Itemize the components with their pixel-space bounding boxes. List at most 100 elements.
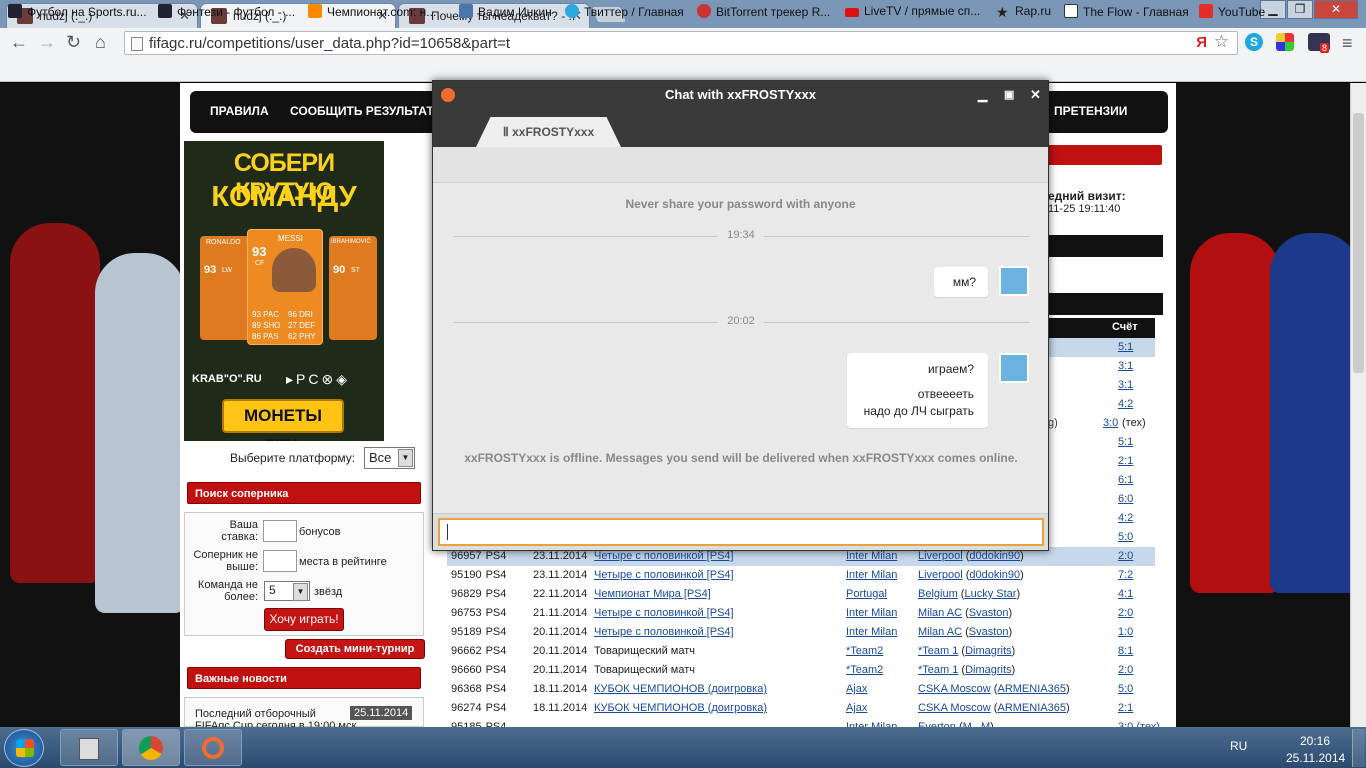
score-link[interactable]: 4:2: [1118, 512, 1133, 524]
nav-rules[interactable]: ПРАВИЛА: [210, 104, 269, 118]
away-team[interactable]: Liverpool (d0dokin90): [918, 566, 1024, 585]
create-mini-tournament-button[interactable]: Создать мини-турнир: [285, 639, 425, 659]
home-team[interactable]: *Team2: [846, 661, 883, 680]
clock-date[interactable]: 25.11.2014: [1286, 751, 1345, 765]
match-score[interactable]: 2:0: [1118, 604, 1133, 623]
back-icon[interactable]: ←: [10, 32, 28, 53]
chat-tab-xxfrostyxxx[interactable]: Ⅱ xxFROSTYxxx: [476, 117, 621, 147]
match-score[interactable]: 4:1: [1118, 585, 1133, 604]
match-type[interactable]: Четыре с половинкой [PS4]: [594, 604, 734, 623]
menu-icon[interactable]: ≡: [1342, 33, 1353, 54]
away-team-link[interactable]: Milan AC: [918, 626, 962, 638]
scrollbar-thumb[interactable]: [1353, 113, 1364, 373]
bookmark-item[interactable]: YouTube: [1199, 4, 1265, 19]
home-team[interactable]: Inter Milan: [846, 566, 897, 585]
match-type[interactable]: Чемпионат Мира [PS4]: [594, 585, 711, 604]
nav-report-result[interactable]: СООБЩИТЬ РЕЗУЛЬТАТ: [290, 104, 434, 118]
bookmark-item[interactable]: The Flow - Главная: [1064, 4, 1189, 19]
home-team[interactable]: Inter Milan: [846, 623, 897, 642]
page-scrollbar[interactable]: [1350, 83, 1366, 727]
close-window-button[interactable]: ✕: [1314, 0, 1358, 19]
home-team[interactable]: *Team2: [846, 642, 883, 661]
platform-select[interactable]: Все ▼: [364, 447, 415, 469]
score-link[interactable]: 5:1: [1118, 436, 1133, 448]
opponent-user-link[interactable]: d0dokin90: [969, 550, 1020, 562]
home-team[interactable]: Inter Milan: [846, 604, 897, 623]
bookmark-item[interactable]: Фэнтези - Футбол - ...: [158, 4, 295, 19]
ad-button[interactable]: МОНЕТЫ FIFA: [222, 399, 344, 441]
yandex-icon[interactable]: Я: [1196, 34, 1207, 51]
bookmark-item[interactable]: ★ Rap.ru: [996, 4, 1051, 20]
score-link[interactable]: 3:0: [1103, 417, 1118, 429]
away-team[interactable]: *Team 1 (Dimagrits): [918, 661, 1015, 680]
opponent-user-link[interactable]: Dimagrits: [965, 664, 1011, 676]
reload-icon[interactable]: ↻: [66, 32, 81, 53]
score-link[interactable]: 3:1: [1118, 379, 1133, 391]
news-text[interactable]: Последний отборочный: [195, 708, 316, 720]
chat-maximize-icon[interactable]: ▣: [1004, 81, 1014, 109]
match-score[interactable]: 2:0: [1118, 547, 1133, 566]
chat-minimize-icon[interactable]: ▁: [978, 81, 987, 109]
start-button[interactable]: [4, 729, 44, 767]
match-score[interactable]: 2:0: [1118, 661, 1133, 680]
home-team[interactable]: Ajax: [846, 680, 867, 699]
opponent-user-link[interactable]: ARMENIA365: [997, 702, 1065, 714]
match-score[interactable]: 5:0: [1118, 680, 1133, 699]
nav-claims[interactable]: ПРЕТЕНЗИИ: [1054, 104, 1127, 118]
bookmark-item[interactable]: Твиттер / Главная: [565, 4, 684, 19]
forward-icon[interactable]: →: [38, 32, 56, 53]
away-team-link[interactable]: Belgium: [918, 588, 958, 600]
away-team[interactable]: CSKA Moscow (ARMENIA365): [918, 680, 1070, 699]
match-score[interactable]: 1:0: [1118, 623, 1133, 642]
team-stars-select[interactable]: 5 ▼: [264, 581, 310, 601]
extension-icon[interactable]: [1276, 33, 1294, 51]
opponent-user-link[interactable]: Svaston: [969, 607, 1009, 619]
home-team[interactable]: Ajax: [846, 699, 867, 718]
chat-message-input[interactable]: [438, 518, 1044, 546]
match-score[interactable]: 7:2: [1118, 566, 1133, 585]
chat-titlebar[interactable]: Chat with xxFROSTYxxx ▁ ▣ ✕: [433, 81, 1048, 109]
away-team[interactable]: Milan AC (Svaston): [918, 623, 1012, 642]
score-link[interactable]: 4:2: [1118, 398, 1133, 410]
away-team[interactable]: Milan AC (Svaston): [918, 604, 1012, 623]
match-score[interactable]: 8:1: [1118, 642, 1133, 661]
opponent-user-link[interactable]: d0dokin90: [969, 569, 1020, 581]
opponent-user-link[interactable]: Svaston: [969, 626, 1009, 638]
bookmark-item[interactable]: BitTorrent трекер R...: [697, 4, 830, 19]
maximize-window-button[interactable]: ❐: [1287, 0, 1313, 19]
chrome-taskbar-button[interactable]: [122, 729, 180, 766]
bookmark-item[interactable]: LiveTV / прямые сп...: [845, 4, 980, 18]
away-team-link[interactable]: *Team 1: [918, 664, 958, 676]
opponent-user-link[interactable]: Lucky Star: [964, 588, 1016, 600]
match-score[interactable]: 2:1: [1118, 699, 1133, 718]
opponent-user-link[interactable]: ARMENIA365: [997, 683, 1065, 695]
away-team-link[interactable]: CSKA Moscow: [918, 702, 991, 714]
match-type[interactable]: КУБОК ЧЕМПИОНОВ (доигровка): [594, 680, 767, 699]
score-link[interactable]: 5:1: [1118, 341, 1133, 353]
opponent-user-link[interactable]: Dimagrits: [965, 645, 1011, 657]
bookmark-star-icon[interactable]: ☆: [1214, 32, 1229, 52]
address-bar[interactable]: fifagc.ru/competitions/user_data.php?id=…: [124, 31, 1238, 55]
match-type[interactable]: Четыре с половинкой [PS4]: [594, 566, 734, 585]
score-link[interactable]: 5:0: [1118, 531, 1133, 543]
match-type[interactable]: Четыре с половинкой [PS4]: [594, 623, 734, 642]
stake-input[interactable]: [263, 520, 297, 542]
match-type[interactable]: КУБОК ЧЕМПИОНОВ (доигровка): [594, 699, 767, 718]
away-team[interactable]: Belgium (Lucky Star): [918, 585, 1020, 604]
away-team-link[interactable]: Liverpool: [918, 569, 963, 581]
away-team-link[interactable]: CSKA Moscow: [918, 683, 991, 695]
away-team-link[interactable]: Liverpool: [918, 550, 963, 562]
match-type[interactable]: Товарищеский матч: [594, 661, 695, 680]
bookmark-item[interactable]: Футбол на Sports.ru...: [8, 4, 147, 19]
home-team[interactable]: Portugal: [846, 585, 887, 604]
away-team-link[interactable]: *Team 1: [918, 645, 958, 657]
origin-taskbar-button[interactable]: [184, 729, 242, 766]
away-team[interactable]: CSKA Moscow (ARMENIA365): [918, 699, 1070, 718]
match-type[interactable]: Товарищеский матч: [594, 642, 695, 661]
skype-icon[interactable]: S: [1245, 33, 1263, 51]
score-link[interactable]: 3:1: [1118, 360, 1133, 372]
chat-close-icon[interactable]: ✕: [1030, 81, 1041, 109]
away-team[interactable]: *Team 1 (Dimagrits): [918, 642, 1015, 661]
clock-time[interactable]: 20:16: [1300, 734, 1330, 748]
score-link[interactable]: 6:0: [1118, 493, 1133, 505]
